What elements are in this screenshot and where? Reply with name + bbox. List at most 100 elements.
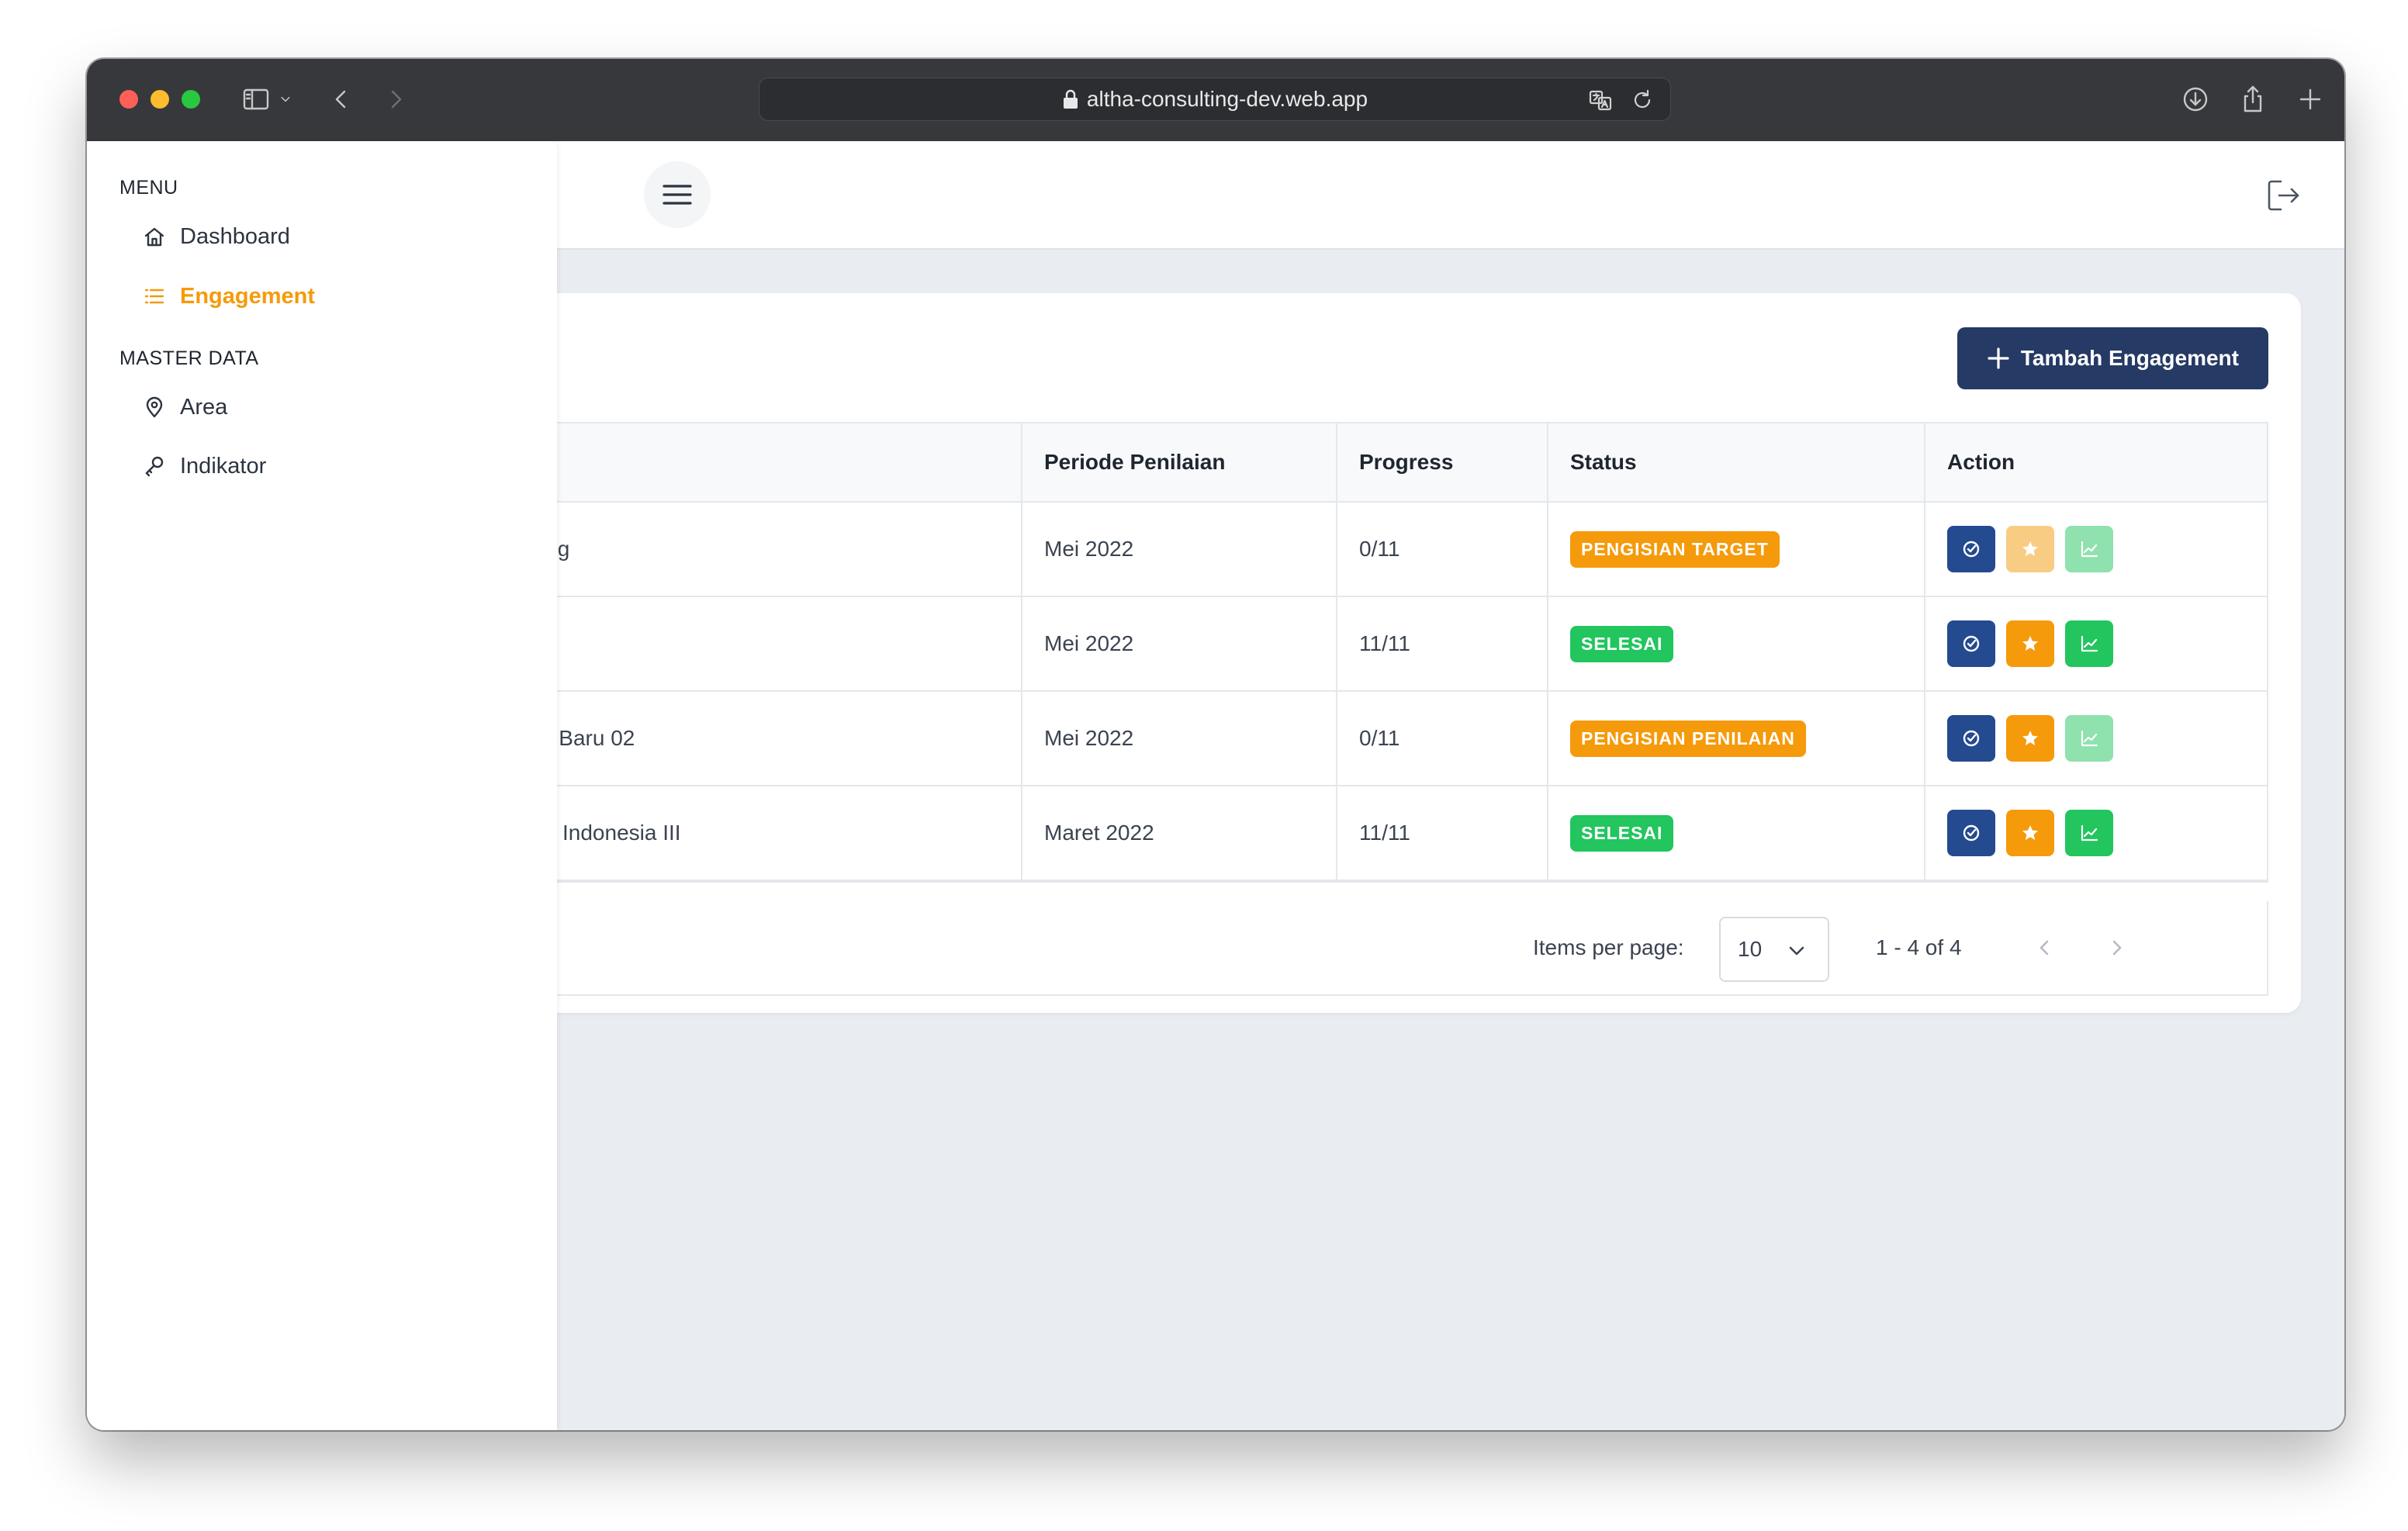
periode-value: Mei 2022 [1044,631,1134,655]
sidebar: MENU Dashboard Engagement MASTER DATA Ar… [87,141,557,1430]
close-window-button[interactable] [119,90,138,109]
report-button[interactable] [2065,620,2113,667]
cell-action [1925,786,2267,880]
column-header-periode[interactable]: Periode Penilaian [1022,423,1337,501]
sidebar-section-master-data: MASTER DATA [119,347,259,369]
column-header-action: Action [1947,450,2015,474]
back-icon[interactable] [323,81,360,118]
lock-icon [1062,89,1079,109]
translate-icon[interactable] [1585,85,1616,116]
cell-status: SELESAI [1548,786,1925,880]
engagement-table: as Periode Penilaian Progress Status Act… [467,422,2268,883]
star-icon [2022,636,2038,651]
verify-button[interactable] [1947,620,1995,667]
report-button[interactable] [2065,810,2113,856]
cell-periode: Maret 2022 [1022,786,1337,880]
rate-button[interactable] [2006,715,2054,762]
cell-progress: 0/11 [1337,503,1548,596]
rate-button[interactable] [2006,810,2054,856]
logout-icon [2268,180,2299,211]
cell-progress: 11/11 [1337,597,1548,690]
browser-window: altha-consulting-dev.web.app Tambah Enga… [87,59,2344,1430]
list-icon [144,289,164,304]
table-row: ng 00Mei 202211/11SELESAI [467,597,2267,692]
cell-status: PENGISIAN PENILAIAN [1548,692,1925,785]
verify-button[interactable] [1947,810,1995,856]
forward-icon[interactable] [377,81,414,118]
cell-periode: Mei 2022 [1022,597,1337,690]
page-size-select[interactable]: 10 [1719,917,1829,982]
periode-value: Maret 2022 [1044,821,1154,845]
check-circle-icon [1963,730,1980,747]
progress-value: 0/11 [1359,726,1400,750]
cell-progress: 11/11 [1337,786,1548,880]
maximize-window-button[interactable] [182,90,200,109]
address-bar[interactable]: altha-consulting-dev.web.app [759,78,1671,121]
report-button[interactable] [2065,715,2113,762]
check-circle-icon [1963,541,1980,558]
table-header-row: as Periode Penilaian Progress Status Act… [467,423,2267,503]
chevron-down-icon[interactable] [270,81,301,118]
progress-value: 0/11 [1359,537,1400,561]
column-header-status[interactable]: Status [1548,423,1925,501]
share-icon[interactable] [2234,81,2271,118]
status-badge: PENGISIAN TARGET [1570,530,1780,568]
star-icon [2022,825,2038,840]
cell-periode: Mei 2022 [1022,503,1337,596]
browser-titlebar: altha-consulting-dev.web.app [87,59,2344,141]
report-button[interactable] [2065,526,2113,572]
sidebar-item-label: Engagement [180,283,316,309]
menu-toggle-button[interactable] [644,161,711,228]
rate-button[interactable] [2006,620,2054,667]
cell-status: SELESAI [1548,597,1925,690]
progress-value: 11/11 [1359,821,1410,845]
download-icon[interactable] [2177,81,2214,118]
logout-button[interactable] [2261,172,2307,219]
next-page-button[interactable] [2101,932,2132,963]
sidebar-item-area[interactable]: Area [143,388,227,427]
sidebar-item-indikator[interactable]: Indikator [143,447,266,486]
sidebar-section-menu: MENU [119,177,178,199]
verify-button[interactable] [1947,715,1995,762]
sidebar-item-label: Dashboard [180,223,290,249]
sidebar-item-label: Area [180,394,228,420]
page-size-value: 10 [1738,937,1763,961]
previous-page-button[interactable] [2029,932,2060,963]
cell-status: PENGISIAN TARGET [1548,503,1925,596]
status-badge: SELESAI [1570,814,1674,852]
rate-button[interactable] [2006,526,2054,572]
chart-icon [2081,730,2098,747]
status-badge: PENGISIAN PENILAIAN [1570,720,1806,757]
chevron-down-icon [1789,946,1804,956]
sidebar-item-engagement[interactable]: Engagement [143,277,315,316]
sidebar-item-dashboard[interactable]: Dashboard [143,217,290,256]
chart-icon [2081,824,2098,842]
add-engagement-label: Tambah Engagement [2020,346,2239,370]
cell-action [1925,597,2267,690]
sidebar-toggle-icon[interactable] [237,81,275,118]
page-range-label: 1 - 4 of 4 [1876,935,1962,959]
progress-value: 11/11 [1359,631,1410,655]
add-engagement-button[interactable]: Tambah Engagement [1956,327,2268,389]
minimize-window-button[interactable] [150,90,169,109]
chevron-left-icon [2040,940,2049,956]
sidebar-item-label: Indikator [180,453,267,479]
table-row: ConsultingMei 20220/11PENGISIAN TARGET [467,503,2267,597]
periode-value: Mei 2022 [1044,537,1134,561]
cell-action [1925,503,2267,596]
star-icon [2022,731,2038,745]
cell-progress: 0/11 [1337,692,1548,785]
verify-button[interactable] [1947,526,1995,572]
check-circle-icon [1963,824,1980,842]
url-text: altha-consulting-dev.web.app [1086,87,1368,111]
cell-action [1925,692,2267,785]
status-badge: SELESAI [1570,625,1674,662]
hamburger-icon [663,185,692,205]
reload-icon[interactable] [1627,85,1658,116]
key-icon [145,456,164,477]
engagement-card: Tambah Engagement as Periode Penilaian P… [467,293,2301,1013]
new-tab-icon[interactable] [2292,81,2329,118]
column-header-progress[interactable]: Progress [1337,423,1548,501]
items-per-page-label: Items per page: [1533,935,1684,959]
paginator: Items per page: 10 1 - 4 of 4 [467,901,2268,996]
